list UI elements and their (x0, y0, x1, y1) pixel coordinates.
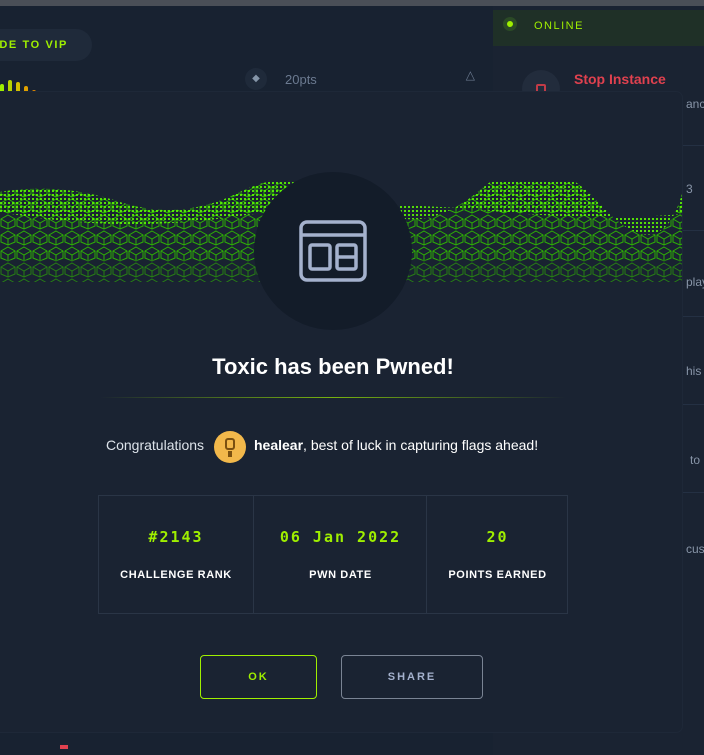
title-divider (100, 397, 566, 398)
stop-instance-button[interactable]: Stop Instance (574, 71, 666, 87)
stat-challenge-rank: #2143 CHALLENGE RANK (99, 496, 253, 613)
bottom-accent (60, 745, 68, 749)
sidebar-snippet: ance (686, 97, 704, 111)
upgrade-vip-button[interactable]: DE TO VIP (0, 29, 92, 61)
sidebar-snippet: 3 (686, 182, 693, 196)
pwned-title: Toxic has been Pwned! (212, 354, 454, 379)
diamond-icon: ◆ (245, 68, 267, 90)
username[interactable]: healear (254, 437, 303, 453)
stat-label: PWN DATE (309, 569, 372, 581)
congrats-suffix: , best of luck in capturing flags ahead! (303, 437, 539, 453)
avatar (214, 431, 246, 463)
stat-pwn-date: 06 Jan 2022 PWN DATE (253, 496, 427, 613)
stat-value: 06 Jan 2022 (279, 528, 402, 546)
chevron-up-icon[interactable]: △ (466, 68, 475, 82)
ok-button[interactable]: OK (200, 655, 317, 699)
online-status-label: ONLINE (534, 20, 584, 32)
web-window-icon (299, 220, 367, 282)
congrats-prefix: Congratulations (106, 437, 205, 453)
points-value: 20pts (285, 72, 317, 87)
pwned-modal: Toxic has been Pwned! Congratulations he… (0, 92, 682, 732)
stat-value: 20 (486, 528, 509, 546)
sidebar-snippet: to (690, 453, 701, 467)
points-row: ◆ 20pts △ (245, 66, 475, 94)
sidebar-snippet: his c (686, 364, 704, 378)
stat-value: #2143 (148, 528, 204, 546)
share-button[interactable]: SHARE (341, 655, 483, 699)
stat-label: POINTS EARNED (448, 569, 547, 581)
stats-box: #2143 CHALLENGE RANK 06 Jan 2022 PWN DAT… (98, 495, 568, 614)
congrats-message: healear, best of luck in capturing flags… (254, 437, 538, 453)
sidebar-snippet: cus (686, 542, 704, 556)
challenge-emblem (254, 172, 412, 330)
stat-label: CHALLENGE RANK (120, 569, 232, 581)
stat-points-earned: 20 POINTS EARNED (426, 496, 568, 613)
online-status-bar (493, 10, 704, 46)
online-dot-icon (503, 17, 517, 31)
sidebar-snippet: play (686, 275, 704, 289)
